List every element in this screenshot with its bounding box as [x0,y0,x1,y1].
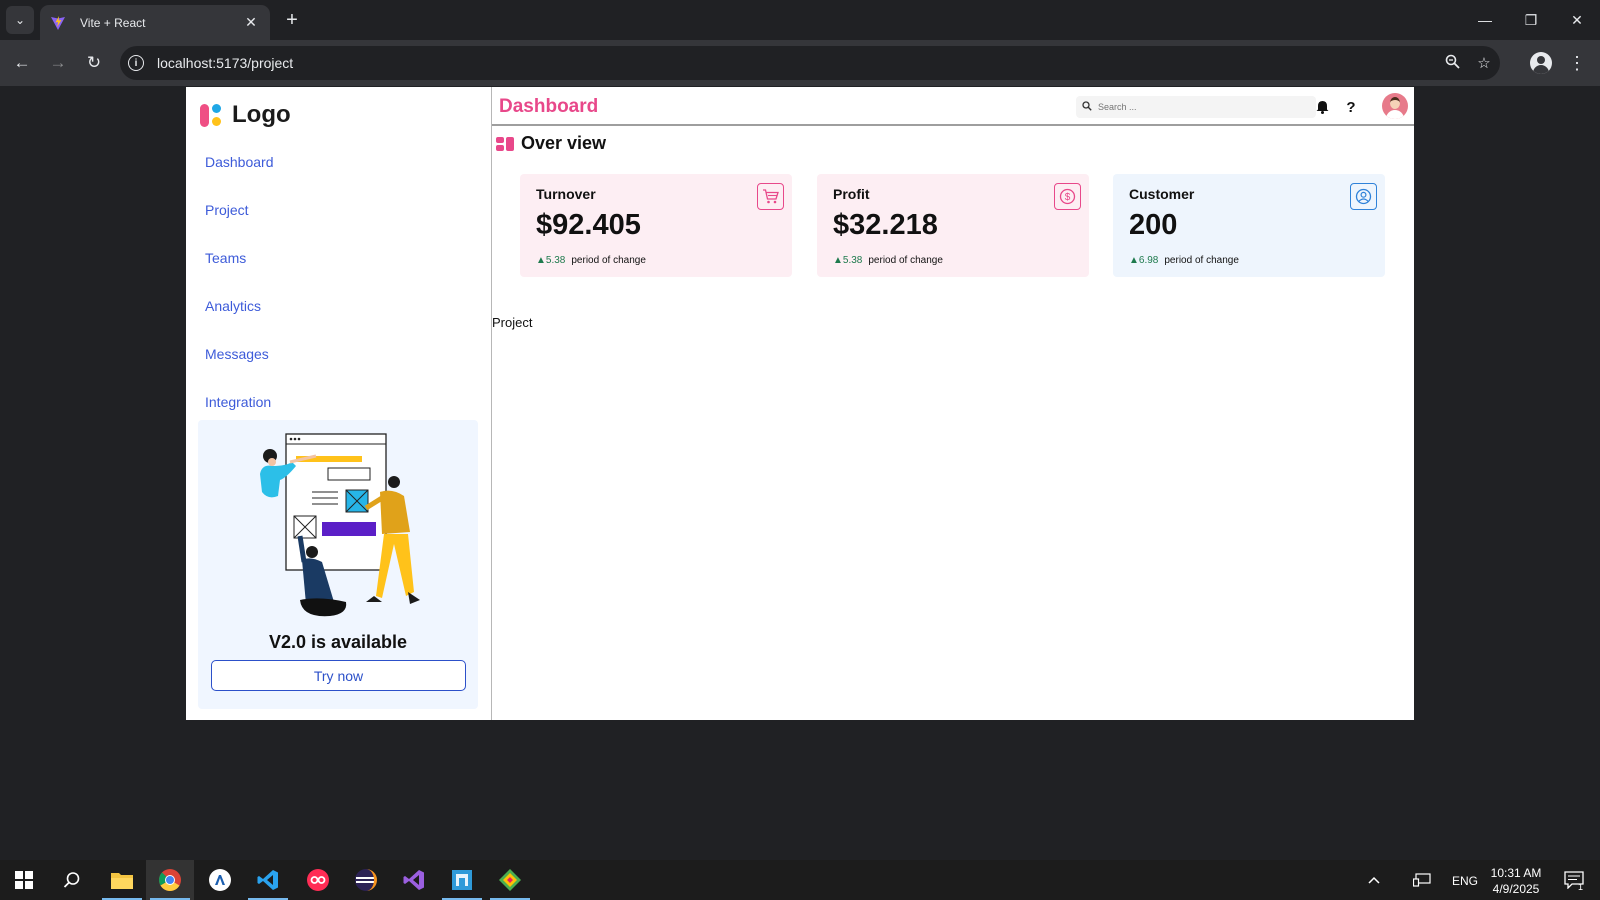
notification-count: 1 [1578,882,1584,892]
close-window-button[interactable]: ✕ [1554,0,1600,40]
browser-tab[interactable]: Vite + React ✕ [40,5,270,40]
trend-up-icon: ▲6.98 [1129,255,1159,266]
profit-card: Profit $32.218 ▲5.38 period of change $ [817,174,1089,277]
card-value: 200 [1129,209,1178,241]
search-icon [1076,100,1098,114]
web-page: Logo Dashboard Project Teams Analytics M… [186,87,1414,720]
chrome-icon[interactable] [146,860,194,900]
avatar[interactable] [1382,93,1408,119]
paint-app-icon[interactable] [196,860,244,900]
main-content: Dashboard ? Over view Turnover [492,87,1414,720]
trend-up-icon: ▲5.38 [536,255,566,266]
url-text[interactable]: localhost:5173/project [157,55,1436,71]
clock-time: 10:31 AM [1490,866,1542,880]
logo-mark-icon [200,102,226,128]
card-change-text: period of change [1164,255,1239,266]
new-tab-button[interactable]: + [278,8,306,32]
card-change: ▲5.38 period of change [536,255,646,266]
card-value: $32.218 [833,209,938,241]
sidebar-item-integration[interactable]: Integration [205,394,271,410]
search-box[interactable] [1076,96,1316,118]
card-value: $92.405 [536,209,641,241]
logo[interactable]: Logo [200,101,291,129]
help-icon[interactable]: ? [1341,97,1361,117]
tab-search-button[interactable]: ⌄ [6,6,34,34]
bookmark-star-icon[interactable]: ☆ [1468,54,1500,72]
card-label: Customer [1129,186,1195,202]
browser-tabstrip: ⌄ Vite + React ✕ + — ❐ ✕ [0,0,1600,40]
visual-studio-icon[interactable] [390,860,438,900]
overview-icon [496,136,514,151]
restore-button[interactable]: ❐ [1508,0,1554,40]
sidebar: Logo Dashboard Project Teams Analytics M… [186,87,492,720]
sidebar-item-project[interactable]: Project [205,202,249,218]
eclipse-icon[interactable] [342,860,390,900]
profile-icon[interactable] [1530,52,1552,74]
sidebar-item-dashboard[interactable]: Dashboard [205,154,274,170]
promo-illustration [260,433,420,617]
card-delta: 6.98 [1138,255,1159,266]
minimize-button[interactable]: — [1462,0,1508,40]
cart-icon[interactable] [757,183,784,210]
logo-text: Logo [232,101,291,128]
page-title: Dashboard [499,96,599,117]
card-change-text: period of change [571,255,646,266]
browser-menu-icon[interactable]: ⋮ [1568,52,1586,74]
git-app-icon[interactable] [486,860,534,900]
tray-expand-icon[interactable] [1362,860,1386,900]
customer-card: Customer 200 ▲6.98 period of change [1113,174,1385,277]
turnover-card: Turnover $92.405 ▲5.38 period of change [520,174,792,277]
promo-title: V2.0 is available [268,632,408,652]
sidebar-item-messages[interactable]: Messages [205,346,269,362]
bell-icon[interactable] [1312,97,1332,117]
start-button[interactable] [0,860,48,900]
reload-button[interactable]: ↻ [80,49,108,77]
card-delta: 5.38 [842,255,863,266]
card-change-text: period of change [868,255,943,266]
site-info-icon[interactable]: i [128,55,144,71]
svg-text:$: $ [1065,192,1071,203]
trend-up-icon: ▲5.38 [833,255,863,266]
vite-favicon-icon [51,15,65,30]
upgrade-promo-card: V2.0 is available Try now [198,420,478,709]
search-input[interactable] [1098,102,1308,112]
notifications-icon[interactable]: 1 [1556,860,1592,900]
sql-app-icon[interactable] [438,860,486,900]
sidebar-item-teams[interactable]: Teams [205,250,246,266]
top-header: Dashboard ? [492,87,1414,126]
user-icon[interactable] [1350,183,1377,210]
card-change: ▲5.38 period of change [833,255,943,266]
dollar-icon[interactable]: $ [1054,183,1081,210]
sidebar-item-analytics[interactable]: Analytics [205,298,261,314]
app-icon-red[interactable] [294,860,342,900]
file-explorer-icon[interactable] [98,860,146,900]
clock-date: 4/9/2025 [1492,882,1540,896]
card-label: Profit [833,186,870,202]
network-icon[interactable] [1410,860,1434,900]
overview-heading: Over view [496,133,606,154]
card-change: ▲6.98 period of change [1129,255,1239,266]
zoom-icon[interactable] [1436,54,1468,73]
language-indicator[interactable]: ENG [1452,874,1478,888]
card-label: Turnover [536,186,596,202]
tab-title: Vite + React [80,15,146,30]
project-content-label: Project [492,315,533,330]
try-now-button[interactable]: Try now [211,660,466,691]
card-delta: 5.38 [545,255,566,266]
browser-toolbar: ← → ↻ i localhost:5173/project ☆ ⋮ [0,40,1600,86]
overview-title: Over view [521,133,607,153]
vscode-icon[interactable] [244,860,292,900]
taskbar-search-icon[interactable] [48,860,96,900]
forward-button[interactable]: → [44,49,72,77]
windows-taskbar: ENG 10:31 AM 4/9/2025 1 [0,860,1600,900]
tab-close-icon[interactable]: ✕ [242,14,260,31]
back-button[interactable]: ← [8,49,36,77]
address-bar[interactable]: i localhost:5173/project ☆ [120,46,1500,80]
clock[interactable]: 10:31 AM 4/9/2025 [1480,865,1552,897]
